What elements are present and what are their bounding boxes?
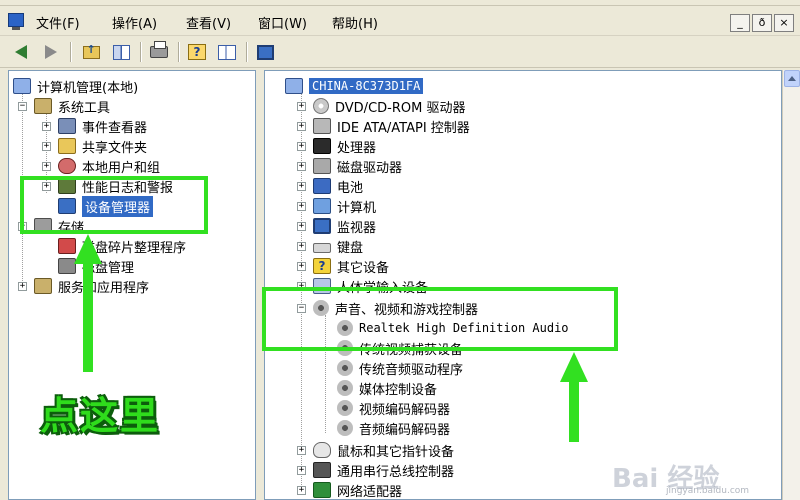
click-here-label: 点这里	[40, 394, 161, 438]
menu-window[interactable]: 窗口(W)	[258, 13, 307, 32]
print-icon[interactable]	[148, 41, 170, 62]
users-icon	[58, 158, 76, 174]
toolbar-separator	[246, 42, 248, 62]
menu-bar: 文件(F) 操作(A) 查看(V) 窗口(W) 帮助(H) _ ð ×	[0, 6, 800, 36]
back-arrow-icon[interactable]	[10, 42, 32, 62]
expand-toggle[interactable]: +	[18, 281, 27, 291]
expand-toggle[interactable]: +	[297, 161, 306, 171]
unknown-device-icon: ?	[313, 258, 331, 274]
scan-hardware-icon[interactable]	[254, 42, 276, 62]
device-category-usb[interactable]: + 通用串行总线控制器	[297, 460, 454, 480]
toolbar: ?	[0, 37, 800, 68]
tree-item-computer-management[interactable]: 计算机管理(本地)	[13, 76, 138, 96]
computer-icon	[313, 198, 331, 214]
computer-management-icon	[8, 13, 24, 30]
expand-toggle[interactable]: +	[297, 121, 306, 131]
device-category-other[interactable]: + ? 其它设备	[297, 256, 389, 276]
toolbar-separator	[140, 42, 142, 62]
computer-icon	[13, 78, 31, 94]
restore-button[interactable]: ð	[752, 14, 772, 32]
toolbar-separator	[178, 42, 180, 62]
expand-toggle[interactable]: +	[297, 485, 306, 495]
computer-icon	[285, 78, 303, 94]
help-icon[interactable]: ?	[186, 42, 208, 62]
scroll-up-button[interactable]	[784, 70, 800, 87]
tree-item-event-viewer[interactable]: + 事件查看器	[42, 116, 147, 136]
sound-device-icon	[337, 380, 353, 396]
menu-action[interactable]: 操作(A)	[112, 13, 157, 32]
expand-toggle[interactable]: +	[42, 161, 51, 171]
device-category-monitors[interactable]: + 监视器	[297, 216, 376, 236]
expand-toggle[interactable]: +	[42, 121, 51, 131]
device-legacy-audio-drivers[interactable]: 传统音频驱动程序	[337, 358, 463, 378]
keyboard-icon	[313, 243, 331, 253]
expand-toggle[interactable]: +	[297, 241, 306, 251]
device-tree-root[interactable]: CHINA-8C373D1FA	[285, 76, 424, 96]
expand-toggle[interactable]: +	[297, 445, 306, 455]
forward-arrow-icon[interactable]	[40, 42, 62, 62]
expand-toggle[interactable]: +	[297, 201, 306, 211]
tools-icon	[34, 98, 52, 114]
device-audio-codecs[interactable]: 音频编码解码器	[337, 418, 450, 438]
device-category-disk-drives[interactable]: + 磁盘驱动器	[297, 156, 402, 176]
minimize-button[interactable]: _	[730, 14, 750, 32]
device-video-codecs[interactable]: 视频编码解码器	[337, 398, 450, 418]
disk-drive-icon	[313, 158, 331, 174]
up-folder-icon[interactable]	[80, 42, 102, 62]
device-category-keyboards[interactable]: + 键盘	[297, 236, 363, 256]
shared-folder-icon	[58, 138, 76, 154]
battery-icon	[313, 178, 331, 194]
expand-toggle[interactable]: +	[297, 465, 306, 475]
device-category-ide[interactable]: + IDE ATA/ATAPI 控制器	[297, 116, 470, 136]
device-category-network[interactable]: + 网络适配器	[297, 480, 402, 499]
annotation-arrow-right	[560, 352, 588, 442]
sound-device-icon	[337, 400, 353, 416]
device-category-processors[interactable]: + 处理器	[297, 136, 376, 156]
device-category-computer[interactable]: + 计算机	[297, 196, 376, 216]
menu-help[interactable]: 帮助(H)	[332, 13, 378, 32]
usb-icon	[313, 462, 331, 478]
properties-icon[interactable]	[216, 42, 238, 62]
expand-toggle[interactable]: +	[42, 141, 51, 151]
menu-view[interactable]: 查看(V)	[186, 13, 231, 32]
mouse-icon	[313, 442, 331, 458]
annotation-arrow-left	[74, 234, 102, 372]
expand-toggle[interactable]: +	[297, 221, 306, 231]
monitor-icon	[313, 218, 331, 234]
device-media-control[interactable]: 媒体控制设备	[337, 378, 437, 398]
ide-controller-icon	[313, 118, 331, 134]
device-category-batteries[interactable]: + 电池	[297, 176, 363, 196]
show-hide-tree-icon[interactable]	[110, 42, 132, 62]
network-adapter-icon	[313, 482, 331, 498]
watermark-url: jingyan.baidu.com	[666, 486, 750, 496]
tree-item-system-tools[interactable]: − 系统工具	[18, 96, 110, 116]
sound-device-icon	[337, 420, 353, 436]
services-icon	[34, 278, 52, 294]
vertical-scrollbar[interactable]	[782, 70, 800, 500]
dvd-drive-icon	[313, 98, 329, 114]
tree-item-local-users[interactable]: + 本地用户和组	[42, 156, 160, 176]
device-category-mice[interactable]: + 鼠标和其它指针设备	[297, 440, 454, 460]
collapse-toggle[interactable]: −	[18, 101, 27, 111]
menu-file[interactable]: 文件(F)	[36, 13, 80, 32]
tree-item-shared-folders[interactable]: + 共享文件夹	[42, 136, 147, 156]
highlight-sound-controllers	[262, 287, 618, 351]
processor-icon	[313, 138, 331, 154]
event-viewer-icon	[58, 118, 76, 134]
device-list-pane[interactable]: CHINA-8C373D1FA + DVD/CD-ROM 驱动器 + IDE A…	[264, 70, 782, 500]
close-button[interactable]: ×	[774, 14, 794, 32]
highlight-device-manager	[20, 176, 208, 234]
expand-toggle[interactable]: +	[297, 141, 306, 151]
expand-toggle[interactable]: +	[297, 101, 306, 111]
expand-toggle[interactable]: +	[297, 181, 306, 191]
toolbar-separator	[70, 42, 72, 62]
sound-device-icon	[337, 360, 353, 376]
device-category-dvd[interactable]: + DVD/CD-ROM 驱动器	[297, 96, 465, 116]
expand-toggle[interactable]: +	[297, 261, 306, 271]
